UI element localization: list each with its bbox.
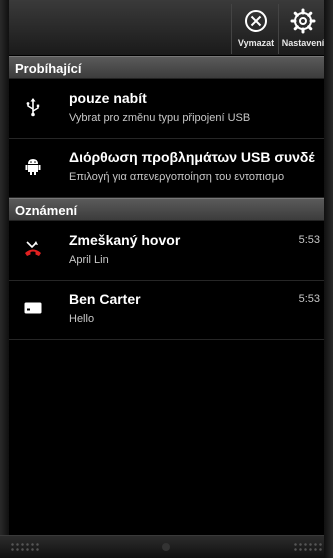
ongoing-item-title: Διόρθωση προβλημάτων USB συνδέ — [69, 149, 315, 165]
notification-time: 5:53 — [298, 234, 320, 246]
settings-button-label: Nastavení — [281, 38, 325, 48]
notification-missed-call[interactable]: Zmeškaný hovor April Lin 5:53 — [9, 222, 324, 281]
notification-message[interactable]: Ben Carter Hello 5:53 — [9, 281, 324, 340]
grip-dots-icon — [293, 542, 323, 552]
usb-icon — [26, 98, 40, 117]
android-debug-icon — [25, 159, 41, 175]
panel-drag-handle-bar[interactable] — [0, 535, 333, 558]
message-icon — [24, 302, 42, 314]
clear-button[interactable]: Vymazat — [231, 4, 280, 54]
ongoing-item-usb-debugging[interactable]: Διόρθωση προβλημάτων USB συνδέ Επιλογή γ… — [9, 139, 324, 198]
ongoing-item-subtitle: Vybrat pro změnu typu připojení USB — [69, 112, 251, 124]
notification-topbar: Vymazat Nastavení — [9, 0, 324, 56]
notification-title: Ben Carter — [69, 291, 141, 307]
drag-handle-icon[interactable] — [162, 543, 170, 551]
ongoing-item-title: pouze nabít — [69, 90, 147, 106]
section-header-notifications: Oznámení — [9, 198, 324, 221]
section-header-ongoing: Probíhající — [9, 56, 324, 79]
notification-subtitle: April Lin — [69, 254, 109, 266]
settings-button[interactable]: Nastavení — [278, 4, 327, 54]
gear-icon — [290, 8, 316, 34]
notification-title: Zmeškaný hovor — [69, 232, 181, 248]
grip-dots-icon — [10, 542, 40, 552]
missed-call-icon — [25, 241, 41, 256]
ongoing-item-subtitle: Επιλογή για απενεργοποίηση του εντοπισμο — [69, 171, 285, 183]
clear-icon — [245, 10, 267, 32]
clear-button-label: Vymazat — [237, 38, 275, 48]
ongoing-item-usb[interactable]: pouze nabít Vybrat pro změnu typu připoj… — [9, 80, 324, 139]
notification-panel: Vymazat Nastavení Probíhající pouze nabí… — [0, 0, 333, 558]
notification-subtitle: Hello — [69, 313, 95, 325]
notification-time: 5:53 — [298, 293, 320, 305]
